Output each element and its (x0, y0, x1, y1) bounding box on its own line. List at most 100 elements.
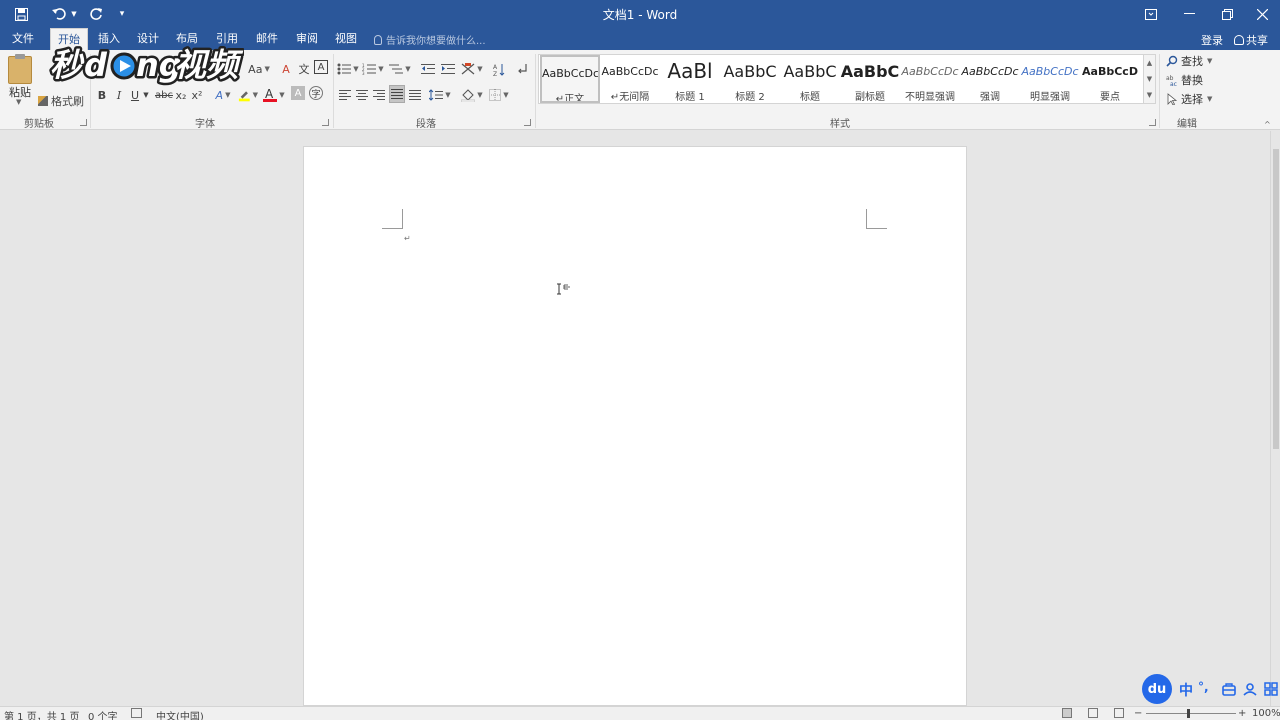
zoom-slider[interactable] (1146, 713, 1236, 714)
font-color-button[interactable]: A ▼ (263, 86, 285, 104)
styles-launcher-icon[interactable] (1149, 119, 1156, 126)
minimize-icon[interactable] (1169, 0, 1209, 28)
skin-icon[interactable] (1243, 682, 1257, 696)
style-intense-emphasis[interactable]: AaBbCcDc 明显强调 (1020, 55, 1080, 103)
ribbon-display-icon[interactable] (1131, 0, 1171, 28)
paste-dropdown-icon[interactable]: ▼ (16, 98, 21, 106)
multilevel-list-button[interactable]: ▼ (388, 60, 412, 78)
align-left-icon[interactable] (338, 86, 352, 104)
style-name: 标题 1 (675, 92, 705, 103)
svg-text:秒: 秒 (50, 46, 85, 84)
paste-icon[interactable] (8, 54, 32, 84)
highlight-button[interactable]: ▼ (238, 86, 258, 104)
distributed-icon[interactable] (408, 86, 422, 104)
style-normal[interactable]: AaBbCcDc ↵正文 (540, 55, 600, 103)
more-styles-icon[interactable]: ▼ (1147, 91, 1152, 99)
align-right-icon[interactable] (372, 86, 386, 104)
page-count[interactable]: 第 1 页，共 1 页 (4, 708, 79, 720)
style-strong[interactable]: AaBbCcD 要点 (1080, 55, 1140, 103)
borders-button[interactable]: ▼ (487, 86, 511, 104)
styles-gallery-scroll[interactable]: ▲ ▼ ▼ (1144, 54, 1156, 104)
scrollbar-thumb[interactable] (1273, 149, 1279, 449)
underline-button[interactable]: U (128, 86, 142, 104)
bullets-icon (337, 63, 352, 75)
document-page[interactable]: ↵ (303, 146, 967, 706)
underline-dropdown-icon[interactable]: ▼ (142, 86, 150, 104)
paragraph-mark-icon: ↵ (555, 94, 565, 103)
zoom-in-icon[interactable]: + (1238, 708, 1246, 719)
style-subtitle[interactable]: AaBbC 副标题 (840, 55, 900, 103)
find-button[interactable]: 查找 ▼ (1166, 52, 1212, 70)
share-button[interactable]: 共享 (1234, 32, 1268, 48)
read-mode-icon[interactable] (1062, 708, 1072, 718)
group-divider (1159, 54, 1160, 128)
shading-button[interactable]: ▼ (461, 86, 483, 104)
crop-mark-top-left (382, 209, 403, 229)
tab-review[interactable]: 审阅 (290, 28, 324, 50)
align-center-icon[interactable] (355, 86, 369, 104)
line-spacing-button[interactable]: ▼ (428, 86, 452, 104)
web-layout-icon[interactable] (1114, 708, 1124, 718)
vertical-scrollbar[interactable] (1270, 131, 1280, 706)
sign-in-link[interactable]: 登录 (1201, 32, 1223, 48)
text-effects-icon[interactable]: A ▼ (214, 86, 232, 104)
zoom-level[interactable]: 100% (1252, 708, 1280, 719)
char-border-icon[interactable]: A (314, 60, 328, 74)
italic-button[interactable]: I (112, 86, 126, 104)
borders-icon (489, 89, 502, 101)
toolbox-icon[interactable] (1222, 682, 1236, 696)
phonetic-guide-icon[interactable]: 文 (296, 60, 312, 78)
title-bar: ▼ ▾ 文档1 - Word (0, 0, 1280, 28)
tab-mailings[interactable]: 邮件 (250, 28, 284, 50)
paragraph-launcher-icon[interactable] (524, 119, 531, 126)
asian-layout-button[interactable]: ▼ (460, 60, 484, 78)
chevron-up-icon[interactable]: ▲ (1147, 59, 1152, 67)
decrease-indent-icon[interactable] (420, 60, 436, 78)
sort-icon[interactable]: AZ (491, 60, 507, 78)
style-emphasis[interactable]: AaBbCcDc 强调 (960, 55, 1020, 103)
collapse-ribbon-icon[interactable]: ^ (1264, 120, 1271, 129)
style-title[interactable]: AaBbC 标题 (780, 55, 840, 103)
zoom-slider-thumb[interactable] (1187, 709, 1190, 718)
style-subtle-emphasis[interactable]: AaBbCcDc 不明显强调 (900, 55, 960, 103)
chevron-down-icon[interactable]: ▼ (1147, 75, 1152, 83)
tab-file[interactable]: 文件 (6, 28, 40, 50)
restore-icon[interactable] (1207, 0, 1247, 28)
bullets-button[interactable]: ▼ (337, 60, 359, 78)
show-marks-icon[interactable] (514, 60, 530, 78)
bold-button[interactable]: B (95, 86, 109, 104)
print-layout-icon[interactable] (1088, 708, 1098, 718)
zoom-out-icon[interactable]: − (1134, 708, 1142, 719)
change-case-button[interactable]: Aa ▼ (248, 60, 270, 78)
word-count[interactable]: 0 个字 (88, 708, 118, 720)
enclose-char-icon[interactable]: 字 (309, 86, 323, 100)
group-divider (333, 54, 334, 128)
char-shading-icon[interactable]: A (291, 86, 305, 100)
strikethrough-button[interactable]: abc (154, 86, 174, 104)
language-indicator[interactable]: 中文(中国) (156, 708, 204, 720)
replace-button[interactable]: ab ac 替换 (1166, 71, 1203, 89)
increase-indent-icon[interactable] (440, 60, 456, 78)
ime-mode-toggle[interactable]: 中 (1179, 680, 1193, 700)
font-launcher-icon[interactable] (322, 119, 329, 126)
style-no-spacing[interactable]: AaBbCcDc ↵无间隔 (600, 55, 660, 103)
search-icon (1166, 55, 1178, 67)
grid-menu-icon[interactable] (1264, 682, 1278, 696)
ime-punct-toggle[interactable]: °, (1198, 680, 1209, 694)
style-heading-2[interactable]: AaBbC 标题 2 (720, 55, 780, 103)
justify-icon[interactable] (389, 85, 405, 103)
clipboard-group-label: 剪贴板 (24, 119, 54, 130)
select-button[interactable]: 选择 ▼ (1166, 90, 1212, 108)
clear-format-icon[interactable]: A (278, 60, 294, 78)
subscript-button[interactable]: x₂ (174, 86, 188, 104)
numbering-button[interactable]: 1 2 3 ▼ (362, 60, 384, 78)
clipboard-launcher-icon[interactable] (80, 119, 87, 126)
tell-me-box[interactable]: 告诉我你想要做什么... (374, 32, 486, 47)
tab-view[interactable]: 视图 (329, 28, 363, 50)
baidu-logo[interactable]: du (1142, 674, 1172, 704)
style-heading-1[interactable]: AaBl 标题 1 (660, 55, 720, 103)
format-painter-button[interactable]: 格式刷 (38, 92, 86, 110)
close-icon[interactable] (1242, 0, 1280, 28)
proofing-icon[interactable] (131, 708, 142, 718)
superscript-button[interactable]: x² (190, 86, 204, 104)
